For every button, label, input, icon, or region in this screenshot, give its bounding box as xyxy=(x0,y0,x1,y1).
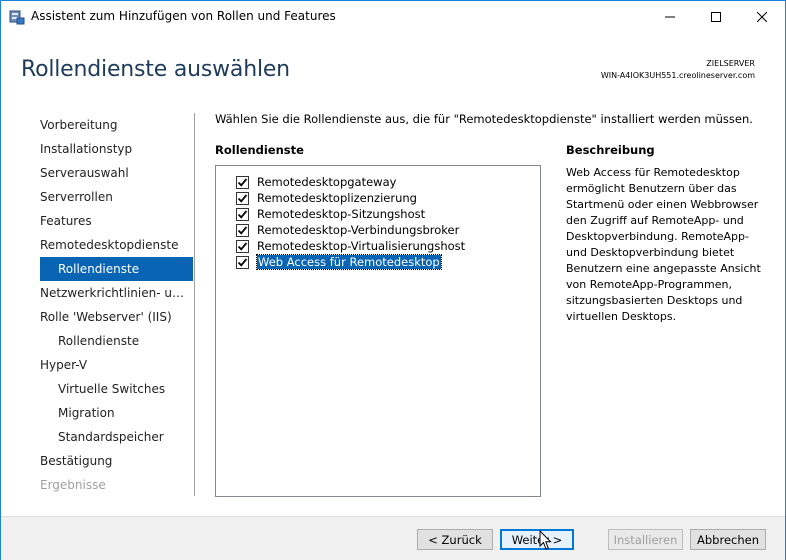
close-button[interactable] xyxy=(739,1,785,32)
page-title: Rollendienste auswählen xyxy=(21,57,290,82)
cancel-button[interactable]: Abbrechen xyxy=(690,529,766,550)
wizard-window: Assistent zum Hinzufügen von Rollen und … xyxy=(0,0,786,560)
description-text: Web Access für Remotedesktop ermöglicht … xyxy=(566,166,761,323)
nav-item-webserver-rollendienste[interactable]: Rollendienste xyxy=(31,329,189,353)
checkbox[interactable] xyxy=(236,255,249,269)
target-server-name: WIN-A4IOK3UH551.creolineserver.com xyxy=(600,71,755,80)
nav-item-virtuelle-switches[interactable]: Virtuelle Switches xyxy=(31,377,189,401)
list-item-label: Web Access für Remotedesktop xyxy=(256,254,442,270)
title-bar[interactable]: Assistent zum Hinzufügen von Rollen und … xyxy=(1,1,785,32)
list-item-selected[interactable]: Web Access für Remotedesktop xyxy=(236,254,442,270)
target-server-label: ZIELSERVER xyxy=(706,59,755,68)
nav-item-serverrollen[interactable]: Serverrollen xyxy=(31,185,189,209)
nav-item-standardspeicher[interactable]: Standardspeicher xyxy=(31,425,189,449)
list-item[interactable]: Remotedesktoplizenzierung xyxy=(236,190,417,206)
checkbox[interactable] xyxy=(236,175,249,189)
checkmark-icon xyxy=(237,225,248,235)
button-bar: < Zurück Weiter > Installieren Abbrechen xyxy=(1,516,785,560)
checkmark-icon xyxy=(237,241,248,251)
back-button[interactable]: < Zurück xyxy=(417,529,493,550)
nav-item-features[interactable]: Features xyxy=(31,209,189,233)
server-manager-icon xyxy=(9,9,25,25)
list-item-label: Remotedesktop-Virtualisierungshost xyxy=(257,239,466,253)
list-item-label: Remotedesktopgateway xyxy=(257,175,397,189)
checkbox[interactable] xyxy=(236,191,249,205)
nav-item-rollendienste-active[interactable]: Rollendienste xyxy=(40,257,193,281)
back-button-label: < Zurück xyxy=(428,532,482,547)
description-heading: Beschreibung xyxy=(566,143,655,157)
install-button: Installieren xyxy=(608,529,683,550)
nav-item-ergebnisse: Ergebnisse xyxy=(40,478,106,492)
checkmark-icon xyxy=(237,177,248,187)
checkmark-icon xyxy=(237,257,248,267)
list-item-label: Remotedesktop-Verbindungsbroker xyxy=(257,223,460,237)
maximize-button[interactable] xyxy=(693,1,739,32)
checkmark-icon xyxy=(237,193,248,203)
role-services-list[interactable]: Remotedesktopgateway Remotedesktoplizenz… xyxy=(215,165,541,497)
maximize-icon xyxy=(711,7,721,26)
list-item[interactable]: Remotedesktop-Verbindungsbroker xyxy=(236,222,459,238)
minimize-button[interactable] xyxy=(647,1,693,32)
nav-item-vorbereitung[interactable]: Vorbereitung xyxy=(31,113,189,137)
nav-item-remotedesktopdienste[interactable]: Remotedesktopdienste xyxy=(31,233,189,257)
mouse-pointer-icon xyxy=(539,529,553,551)
checkbox[interactable] xyxy=(236,207,249,221)
nav-divider xyxy=(194,113,195,496)
minimize-icon xyxy=(665,7,675,26)
list-item[interactable]: Remotedesktop-Virtualisierungshost xyxy=(236,238,465,254)
list-item-label: Remotedesktoplizenzierung xyxy=(257,191,417,205)
instruction-text: Wählen Sie die Rollendienste aus, die fü… xyxy=(215,112,753,126)
checkbox[interactable] xyxy=(236,223,249,237)
role-services-heading: Rollendienste xyxy=(215,143,304,157)
cancel-button-label: Abbrechen xyxy=(697,532,759,547)
nav-item-migration[interactable]: Migration xyxy=(31,401,189,425)
nav-item-serverauswahl[interactable]: Serverauswahl xyxy=(31,161,189,185)
close-icon xyxy=(756,7,768,26)
list-item[interactable]: Remotedesktop-Sitzungshost xyxy=(236,206,425,222)
list-item-label: Remotedesktop-Sitzungshost xyxy=(257,207,426,221)
window-title: Assistent zum Hinzufügen von Rollen und … xyxy=(31,9,336,23)
install-button-label: Installieren xyxy=(613,532,678,547)
nav-item-hyper-v[interactable]: Hyper-V xyxy=(31,353,189,377)
nav-item-rolle-webserver[interactable]: Rolle 'Webserver' (IIS) xyxy=(31,305,189,329)
checkmark-icon xyxy=(237,209,248,219)
nav-item-installationstyp[interactable]: Installationstyp xyxy=(31,137,189,161)
checkbox[interactable] xyxy=(236,239,249,253)
list-item[interactable]: Remotedesktopgateway xyxy=(236,174,396,190)
nav-item-netzwerkrichtlinien[interactable]: Netzwerkrichtlinien- und... xyxy=(31,281,189,305)
nav-item-bestaetigung[interactable]: Bestätigung xyxy=(31,449,189,473)
next-button-label: Weiter > xyxy=(511,532,563,547)
next-button[interactable]: Weiter > xyxy=(500,529,574,550)
